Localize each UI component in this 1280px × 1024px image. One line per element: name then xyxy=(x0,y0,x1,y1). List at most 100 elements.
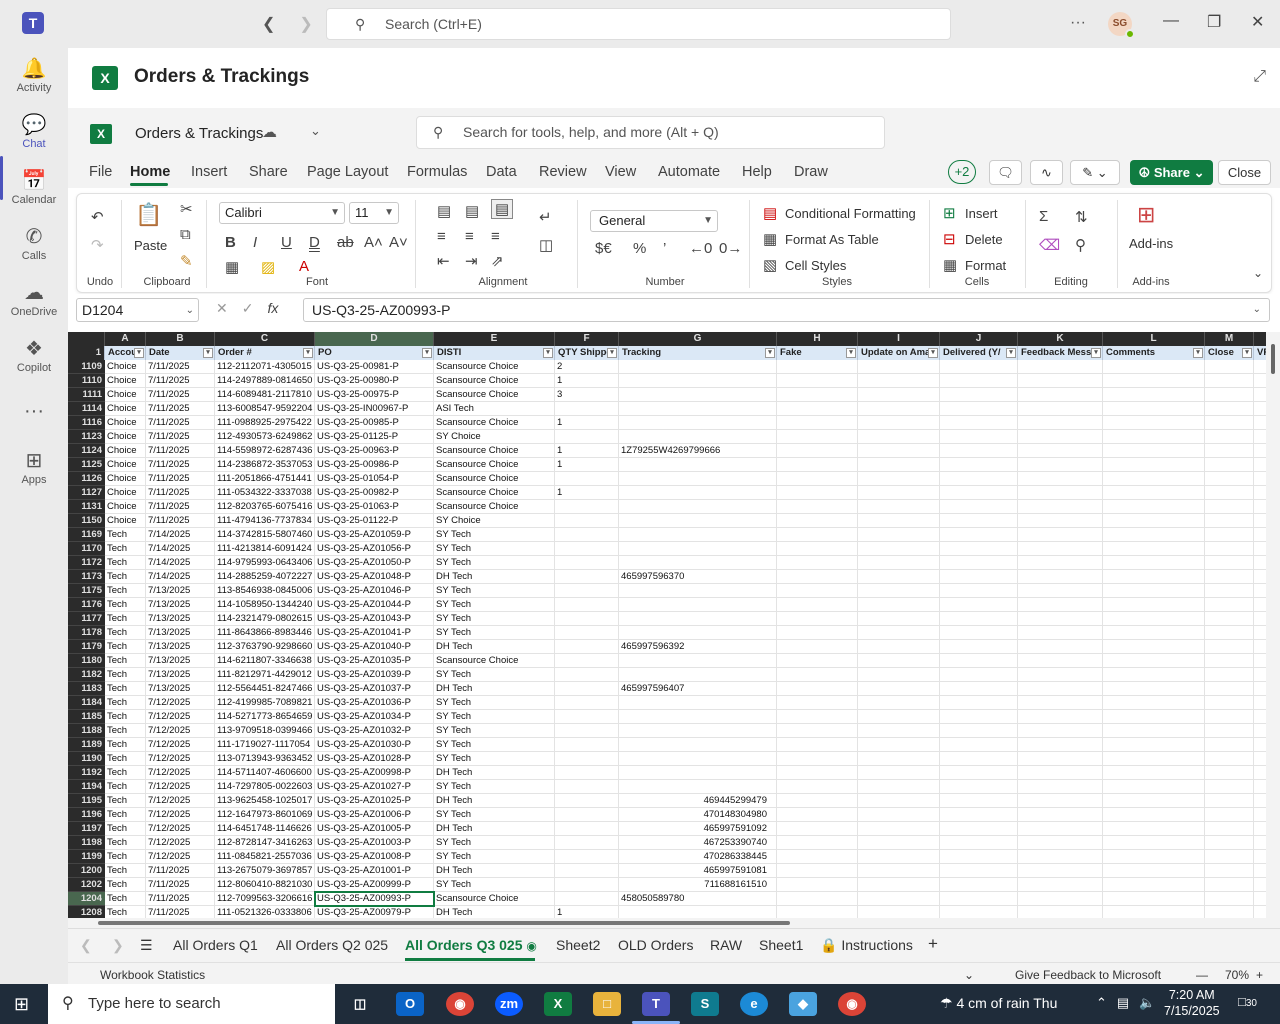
cell-empty[interactable] xyxy=(858,374,940,388)
cell-c[interactable]: 114-6089481-2117810 xyxy=(215,388,315,402)
column-header-j[interactable]: J xyxy=(940,332,1018,346)
cell-empty[interactable] xyxy=(1103,640,1205,654)
more-options-icon[interactable]: ··· xyxy=(1070,14,1086,32)
outlook-icon[interactable]: O xyxy=(396,992,424,1016)
cell-empty[interactable] xyxy=(940,794,1018,808)
cell-g-right[interactable] xyxy=(619,640,777,654)
tab-view[interactable]: View xyxy=(605,164,636,180)
row-number[interactable]: 1 xyxy=(68,346,105,360)
teams-search-box[interactable]: ⚲ Search (Ctrl+E) xyxy=(326,8,951,40)
cell-empty[interactable] xyxy=(1205,780,1254,794)
cell-b[interactable]: 7/11/2025 xyxy=(146,514,215,528)
insert-cells-button[interactable]: Insert xyxy=(965,206,998,221)
cell-empty[interactable] xyxy=(1254,906,1266,918)
cell-empty[interactable] xyxy=(940,458,1018,472)
cell-empty[interactable] xyxy=(1103,500,1205,514)
cell-empty[interactable] xyxy=(777,766,858,780)
cell-a[interactable]: Tech xyxy=(105,836,146,850)
cell-empty[interactable] xyxy=(1254,402,1266,416)
cell-empty[interactable] xyxy=(1205,850,1254,864)
cell-a[interactable]: Tech xyxy=(105,766,146,780)
cell-empty[interactable] xyxy=(777,402,858,416)
cell-e[interactable]: DH Tech xyxy=(434,640,555,654)
cell-c[interactable]: 114-1058950-1344240 xyxy=(215,598,315,612)
cell-empty[interactable] xyxy=(940,612,1018,626)
cell-empty[interactable] xyxy=(1205,430,1254,444)
cell-empty[interactable] xyxy=(940,780,1018,794)
conditional-formatting-button[interactable]: Conditional Formatting xyxy=(785,206,916,221)
cell-g-right[interactable] xyxy=(619,738,777,752)
cell-b[interactable]: 7/12/2025 xyxy=(146,752,215,766)
format-cells-icon[interactable]: ▦ xyxy=(943,256,957,274)
header-cell[interactable]: Delivered (Y/ ▾ xyxy=(940,346,1018,360)
cell-d[interactable]: US-Q3-25-AZ01001-P xyxy=(315,864,434,878)
cell-empty[interactable] xyxy=(1103,388,1205,402)
network-icon[interactable]: ▤ xyxy=(1117,995,1129,1011)
formula-input[interactable]: US-Q3-25-AZ00993-P ⌄ xyxy=(303,298,1270,322)
row-number[interactable]: 1169 xyxy=(68,528,105,542)
format-as-table-icon[interactable]: ▦ xyxy=(763,230,777,248)
cell-empty[interactable] xyxy=(940,570,1018,584)
cell-empty[interactable] xyxy=(940,444,1018,458)
cell-empty[interactable] xyxy=(1103,472,1205,486)
cell-empty[interactable] xyxy=(940,514,1018,528)
cell-empty[interactable] xyxy=(858,416,940,430)
cell-empty[interactable] xyxy=(1205,766,1254,780)
cell-d[interactable]: US-Q3-25-AZ01050-P xyxy=(315,556,434,570)
filter-dropdown-icon[interactable]: ▾ xyxy=(203,348,213,358)
cell-empty[interactable] xyxy=(858,612,940,626)
cell-c[interactable]: 112-4930573-6249862 xyxy=(215,430,315,444)
cell-d[interactable]: US-Q3-25-01122-P xyxy=(315,514,434,528)
cell-f[interactable] xyxy=(555,472,619,486)
cell-b[interactable]: 7/11/2025 xyxy=(146,360,215,374)
borders-icon[interactable]: ▦ xyxy=(225,258,239,276)
cell-empty[interactable] xyxy=(777,640,858,654)
cell-empty[interactable] xyxy=(1103,444,1205,458)
cell-empty[interactable] xyxy=(858,570,940,584)
row-number[interactable]: 1123 xyxy=(68,430,105,444)
cell-empty[interactable] xyxy=(858,766,940,780)
cell-empty[interactable] xyxy=(777,878,858,892)
cell-empty[interactable] xyxy=(1254,444,1266,458)
cell-empty[interactable] xyxy=(777,360,858,374)
cell-b[interactable]: 7/11/2025 xyxy=(146,458,215,472)
cell-d[interactable]: US-Q3-25-00980-P xyxy=(315,374,434,388)
tab-data[interactable]: Data xyxy=(486,164,517,180)
cell-c[interactable]: 111-8643866-8983446 xyxy=(215,626,315,640)
cell-e[interactable]: ASI Tech xyxy=(434,402,555,416)
windows-start-icon[interactable]: ⊞ xyxy=(14,994,29,1015)
edge-icon[interactable]: e xyxy=(740,992,768,1016)
cell-e[interactable]: SY Tech xyxy=(434,724,555,738)
cell-c[interactable]: 112-8060410-8821030 xyxy=(215,878,315,892)
cell-empty[interactable] xyxy=(1103,458,1205,472)
cell-e[interactable]: SY Tech xyxy=(434,738,555,752)
cell-c[interactable]: 112-7099563-3206616 xyxy=(215,892,315,906)
cell-empty[interactable] xyxy=(1018,710,1103,724)
cell-empty[interactable] xyxy=(1205,906,1254,918)
cell-g-right[interactable]: 470148304980 xyxy=(619,808,777,822)
tab-home[interactable]: Home xyxy=(130,164,170,180)
cell-empty[interactable] xyxy=(1254,584,1266,598)
tools-search-input[interactable]: ⚲ Search for tools, help, and more (Alt … xyxy=(416,116,885,149)
cell-g-right[interactable] xyxy=(619,374,777,388)
cell-d[interactable]: US-Q3-25-00982-P xyxy=(315,486,434,500)
cell-e[interactable]: Scansource Choice xyxy=(434,360,555,374)
notifications-icon[interactable]: □30 xyxy=(1238,994,1257,1009)
cell-a[interactable]: Tech xyxy=(105,654,146,668)
cell-empty[interactable] xyxy=(1103,808,1205,822)
cell-empty[interactable] xyxy=(940,374,1018,388)
cell-a[interactable]: Choice xyxy=(105,388,146,402)
cell-empty[interactable] xyxy=(1018,808,1103,822)
cell-c[interactable]: 114-7297805-0022603 xyxy=(215,780,315,794)
cell-empty[interactable] xyxy=(777,542,858,556)
cell-empty[interactable] xyxy=(940,682,1018,696)
cell-empty[interactable] xyxy=(940,430,1018,444)
close-button[interactable]: Close xyxy=(1218,160,1271,185)
cell-d[interactable]: US-Q3-25-00986-P xyxy=(315,458,434,472)
cell-c[interactable]: 111-4794136-7737834 xyxy=(215,514,315,528)
cell-a[interactable]: Tech xyxy=(105,878,146,892)
cell-c[interactable]: 114-5271773-8654659 xyxy=(215,710,315,724)
cell-b[interactable]: 7/13/2025 xyxy=(146,640,215,654)
cell-d[interactable]: US-Q3-25-00985-P xyxy=(315,416,434,430)
cell-empty[interactable] xyxy=(1254,808,1266,822)
